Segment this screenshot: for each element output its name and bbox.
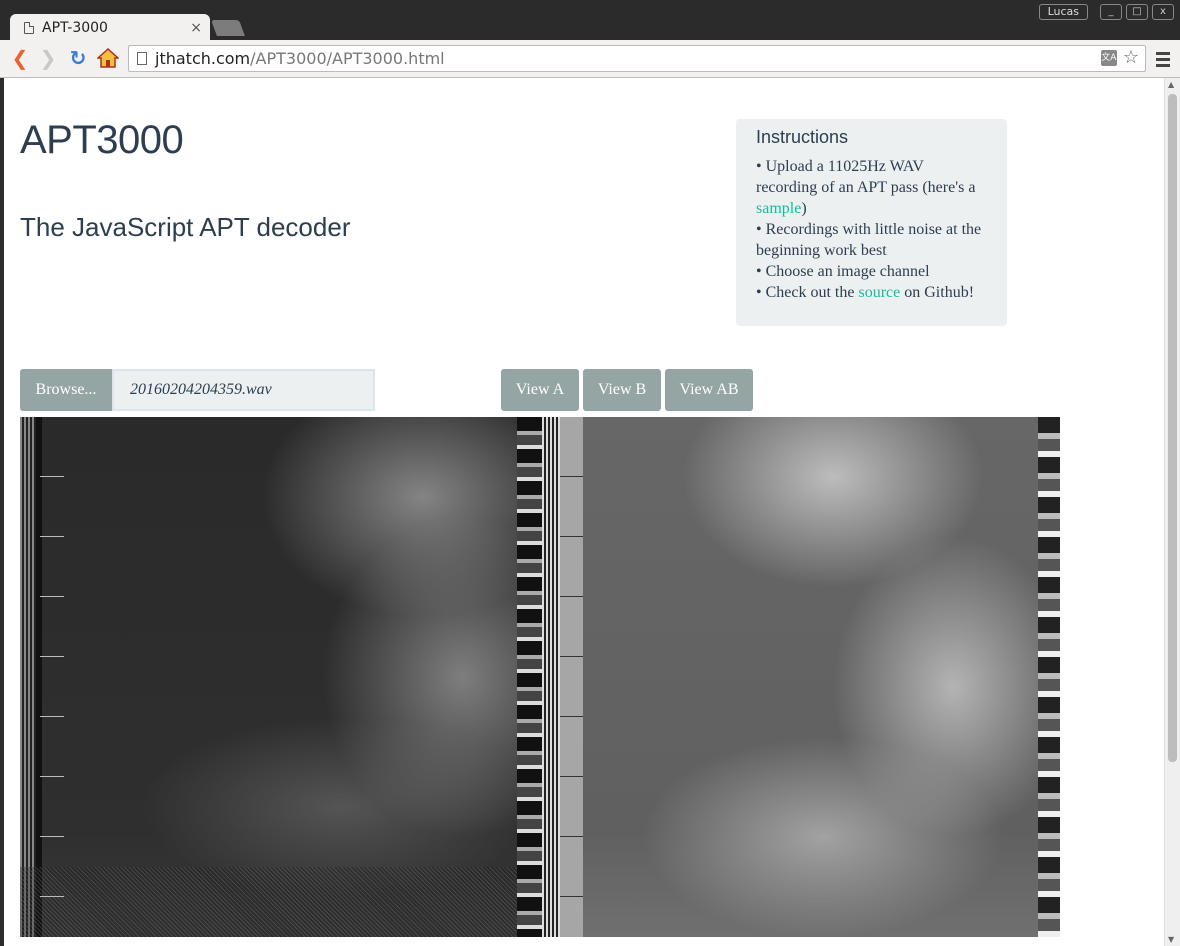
window-controls: Lucas _ □ x [1038,4,1174,20]
channel-b-telemetry [1038,417,1060,937]
menu-icon[interactable] [1156,52,1170,70]
channel-a-telemetry [517,417,542,937]
back-icon[interactable]: ❮ [10,48,30,68]
instructions-panel: Instructions Upload a 11025Hz WAV record… [736,119,1007,326]
channel-b-space [560,417,583,937]
view-a-button[interactable]: View A [501,369,579,411]
tab-close-icon[interactable]: × [190,20,202,36]
browser-toolbar: ❮ ❯ ↻ jthatch.com/APT3000/APT3000.html 文… [0,40,1180,78]
address-bar[interactable]: jthatch.com/APT3000/APT3000.html 文A ☆ [128,45,1146,72]
minute-marker [560,776,583,777]
instructions-heading: Instructions [756,127,849,147]
scroll-down-icon[interactable]: ▼ [1168,935,1174,944]
new-tab-button[interactable] [211,20,245,36]
vertical-scrollbar[interactable]: ▲ ▼ [1164,78,1180,946]
channel-a-image [42,417,517,937]
tab-title: APT-3000 [42,20,108,36]
translate-icon[interactable]: 文A [1100,50,1117,66]
source-link[interactable]: source [858,284,900,301]
minute-marker [40,716,64,717]
list-item: Check out the source on Github! [756,282,987,303]
minute-marker [40,596,64,597]
list-item: Choose an image channel [756,261,987,282]
channel-a-sync [20,417,36,937]
minute-marker [40,536,64,537]
minute-marker [40,776,64,777]
minute-marker [560,476,583,477]
minute-marker [40,836,64,837]
minute-marker [560,536,583,537]
file-name-field[interactable]: 20160204204359.wav [112,369,375,411]
minimize-button[interactable]: _ [1100,4,1122,20]
minute-marker [560,716,583,717]
view-ab-button[interactable]: View AB [665,369,753,411]
minute-marker [560,896,583,897]
apt-image-canvas [20,417,1060,937]
minute-marker [560,596,583,597]
maximize-button[interactable]: □ [1126,4,1148,20]
page-title: APT3000 [20,118,184,162]
channel-b-sync [542,417,560,937]
minute-marker [40,476,64,477]
browse-button[interactable]: Browse... [20,369,112,411]
forward-icon[interactable]: ❯ [38,48,58,68]
page-icon [24,22,34,34]
browser-titlebar: APT-3000 × Lucas _ □ x [0,0,1180,42]
view-b-button[interactable]: View B [583,369,661,411]
sample-link[interactable]: sample [756,200,801,217]
minute-marker [40,896,64,897]
close-window-button[interactable]: x [1152,4,1174,20]
scroll-thumb[interactable] [1168,94,1177,762]
browser-tab[interactable]: APT-3000 × [10,14,210,42]
instructions-list: Upload a 11025Hz WAV recording of an APT… [756,156,987,303]
list-item: Upload a 11025Hz WAV recording of an APT… [756,156,987,219]
home-icon[interactable] [96,47,120,68]
url-text: jthatch.com/APT3000/APT3000.html [155,49,445,68]
profile-button[interactable]: Lucas [1038,4,1088,20]
noise-band [20,867,540,937]
list-item: Recordings with little noise at the begi… [756,219,987,261]
scroll-up-icon[interactable]: ▲ [1168,80,1174,89]
bookmark-star-icon[interactable]: ☆ [1123,49,1139,67]
reload-icon[interactable]: ↻ [68,48,88,68]
channel-b-image [583,417,1038,937]
minute-marker [560,836,583,837]
minute-marker [40,656,64,657]
page-info-icon[interactable] [137,52,147,65]
minute-marker [560,656,583,657]
page-subtitle: The JavaScript APT decoder [20,212,351,242]
page-viewport: APT3000 The JavaScript APT decoder Instr… [4,78,1180,946]
